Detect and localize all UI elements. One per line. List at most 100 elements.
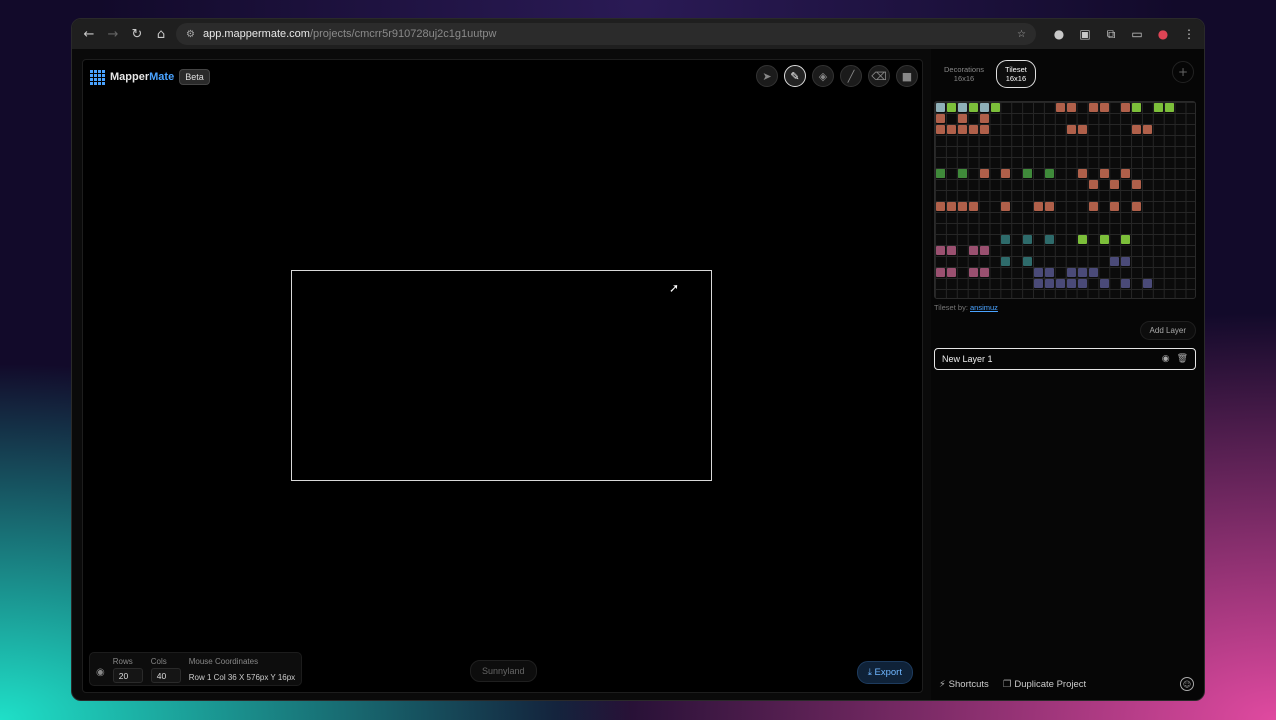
tile-swatch[interactable] (1110, 257, 1120, 266)
tile-swatch[interactable] (1001, 169, 1011, 178)
tile-swatch[interactable] (1121, 257, 1131, 266)
tile-swatch[interactable] (1045, 202, 1054, 211)
tile-swatch[interactable] (979, 103, 989, 112)
tile-swatch[interactable] (1154, 103, 1163, 112)
tile-swatch[interactable] (936, 246, 945, 255)
eye-icon[interactable]: ◉ (96, 667, 105, 678)
tile-swatch[interactable] (946, 268, 956, 277)
tile-swatch[interactable] (1045, 169, 1054, 178)
tile-swatch[interactable] (1121, 279, 1131, 288)
tile-swatch[interactable] (1034, 268, 1044, 277)
tile-swatch[interactable] (1088, 180, 1098, 189)
tile-swatch[interactable] (1077, 268, 1087, 277)
tile-swatch[interactable] (936, 125, 945, 134)
home-icon[interactable]: ⌂ (152, 23, 170, 45)
tile-swatch[interactable] (957, 103, 967, 112)
select-tool-button[interactable]: ➤ (756, 65, 778, 87)
back-icon[interactable]: ← (80, 23, 98, 45)
tile-swatch[interactable] (1077, 169, 1087, 178)
trash-icon[interactable]: 🗑 (1177, 354, 1188, 364)
rows-input[interactable]: 20 (112, 668, 143, 683)
forward-icon[interactable]: → (104, 23, 122, 45)
credit-author-link[interactable]: ansimuz (970, 303, 998, 312)
tile-swatch[interactable] (957, 114, 967, 123)
tile-swatch[interactable] (1132, 125, 1142, 134)
tile-swatch[interactable] (1001, 202, 1011, 211)
tile-swatch[interactable] (1023, 257, 1033, 266)
brush-tool-button[interactable]: ✎ (784, 65, 806, 87)
tile-swatch[interactable] (1077, 125, 1087, 134)
fill-tool-button[interactable]: ◈ (812, 65, 834, 87)
line-tool-button[interactable]: ╱ (840, 65, 862, 87)
layer-item[interactable]: New Layer 1 ◉ 🗑 (934, 348, 1196, 370)
bookmark-star-icon[interactable]: ☆ (1017, 29, 1026, 40)
tile-swatch[interactable] (968, 125, 978, 134)
cols-input[interactable]: 40 (150, 668, 181, 683)
tile-swatch[interactable] (1045, 235, 1054, 244)
tile-swatch[interactable] (1121, 103, 1131, 112)
shortcuts-button[interactable]: ⚡ Shortcuts (939, 679, 989, 690)
tile-swatch[interactable] (957, 125, 967, 134)
tile-swatch[interactable] (1066, 279, 1076, 288)
tile-swatch[interactable] (936, 114, 945, 123)
tile-swatch[interactable] (1055, 103, 1065, 112)
address-bar[interactable]: ⚙ app.mappermate.com/projects/cmcrr5r910… (176, 23, 1036, 45)
map-grid[interactable] (291, 270, 712, 481)
tile-swatch[interactable] (1034, 202, 1044, 211)
tile-swatch[interactable] (1099, 103, 1109, 112)
tile-swatch[interactable] (1164, 103, 1174, 112)
tile-swatch[interactable] (1088, 268, 1098, 277)
sidepanel-icon[interactable]: ▭ (1130, 27, 1144, 41)
tile-swatch[interactable] (1066, 268, 1076, 277)
eraser-tool-button[interactable]: ⌫ (868, 65, 890, 87)
tile-swatch[interactable] (936, 169, 945, 178)
tile-swatch[interactable] (1023, 169, 1033, 178)
tile-swatch[interactable] (1110, 202, 1120, 211)
rectangle-tool-button[interactable]: ■ (896, 65, 918, 87)
tile-swatch[interactable] (1066, 103, 1076, 112)
tile-swatch[interactable] (946, 246, 956, 255)
tile-swatch[interactable] (946, 202, 956, 211)
tileset-palette[interactable] (934, 101, 1196, 299)
tileset-name-badge[interactable]: Sunnyland (470, 660, 537, 682)
map-canvas-area[interactable]: MapperMate Beta ➤ ✎ ◈ ╱ ⌫ ■ ➚ ◉ Rows 20 (82, 59, 923, 693)
tile-swatch[interactable] (1088, 103, 1098, 112)
reload-icon[interactable]: ↻ (128, 23, 146, 45)
eye-icon[interactable]: ◉ (1162, 354, 1170, 364)
save-icon[interactable]: ▣ (1078, 27, 1092, 41)
tab-decorations[interactable]: Decorations 16x16 (936, 61, 992, 87)
tile-swatch[interactable] (1143, 125, 1153, 134)
tile-swatch[interactable] (968, 202, 978, 211)
tile-swatch[interactable] (979, 169, 989, 178)
tile-swatch[interactable] (1001, 257, 1011, 266)
tile-swatch[interactable] (946, 125, 956, 134)
tile-swatch[interactable] (1034, 279, 1044, 288)
tile-swatch[interactable] (1088, 202, 1098, 211)
tile-swatch[interactable] (1055, 279, 1065, 288)
tile-swatch[interactable] (1132, 180, 1142, 189)
site-settings-icon[interactable]: ⚙ (186, 29, 195, 40)
tile-swatch[interactable] (1077, 235, 1087, 244)
tile-swatch[interactable] (1099, 279, 1109, 288)
account-icon[interactable]: ☺ (1180, 677, 1194, 691)
tile-swatch[interactable] (979, 114, 989, 123)
tile-swatch[interactable] (968, 268, 978, 277)
add-tileset-button[interactable]: + (1172, 61, 1194, 83)
duplicate-project-button[interactable]: ❐ Duplicate Project (1003, 679, 1086, 690)
extension-icon[interactable]: ⧉ (1104, 27, 1118, 42)
tile-swatch[interactable] (990, 103, 1000, 112)
tile-swatch[interactable] (1132, 202, 1142, 211)
tile-swatch[interactable] (936, 103, 945, 112)
tile-swatch[interactable] (936, 202, 945, 211)
tile-swatch[interactable] (979, 246, 989, 255)
export-button[interactable]: ⤓ Export (856, 661, 913, 684)
tile-swatch[interactable] (1121, 169, 1131, 178)
tile-swatch[interactable] (1099, 235, 1109, 244)
tile-swatch[interactable] (1066, 125, 1076, 134)
record-icon[interactable]: ● (1052, 27, 1066, 41)
tile-swatch[interactable] (1132, 103, 1142, 112)
tile-swatch[interactable] (1001, 235, 1011, 244)
tab-tileset[interactable]: Tileset 16x16 (996, 60, 1036, 88)
tile-swatch[interactable] (1099, 169, 1109, 178)
tile-swatch[interactable] (979, 268, 989, 277)
